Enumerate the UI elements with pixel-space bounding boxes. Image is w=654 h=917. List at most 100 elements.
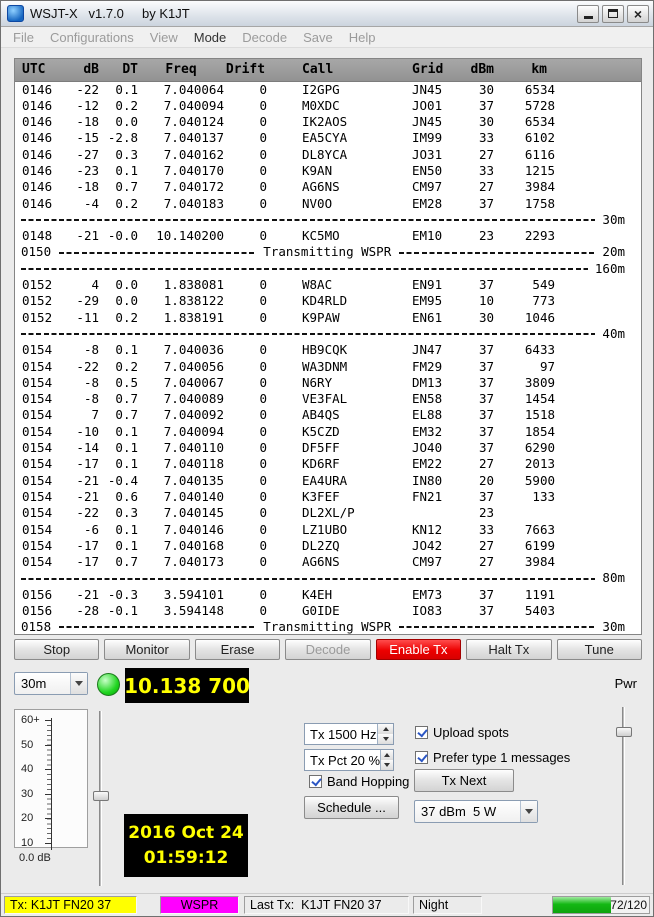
cell-db: -6: [59, 522, 99, 538]
cell-db: -8: [59, 375, 99, 391]
table-row[interactable]: 0156-21-0.33.5941010K4EHEM73371191: [15, 587, 641, 603]
table-row[interactable]: 0154-170.77.0401730AG6NSCM97273984: [15, 554, 641, 570]
dash-line: [21, 219, 595, 221]
table-row[interactable]: 0156-28-0.13.5941480G0IDEIO83375403: [15, 603, 641, 619]
cell-grid: CM97: [412, 179, 464, 195]
spin-up-button[interactable]: [378, 724, 393, 734]
table-row[interactable]: 0154-220.37.0401450DL2XL/P23: [15, 505, 641, 521]
cell-km: 3809: [494, 375, 555, 391]
tx-pct-spinner[interactable]: Tx Pct 20 %: [304, 749, 394, 771]
cell-filler: [555, 147, 641, 163]
spin-down-button[interactable]: [378, 734, 393, 744]
power-select[interactable]: 37 dBm 5 W: [414, 800, 538, 823]
monitor-button[interactable]: Monitor: [104, 639, 189, 660]
table-row[interactable]: 0154-100.17.0400940K5CZDEM32371854: [15, 424, 641, 440]
tx-next-button-label: Tx Next: [442, 773, 487, 788]
cell-filler: [555, 456, 641, 472]
cell-drift: 0: [224, 603, 267, 619]
table-row[interactable]: 0154-80.17.0400360HB9CQKJN47376433: [15, 342, 641, 358]
table-row[interactable]: 0146-230.17.0401700K9ANEN50331215: [15, 163, 641, 179]
table-row[interactable]: 0146-180.77.0401720AG6NSCM97273984: [15, 179, 641, 195]
checkbox-box: [309, 775, 322, 788]
transmitting-row: 0158Transmitting WSPR30m: [15, 619, 641, 635]
table-row[interactable]: 0146-220.17.0400640I2GPGJN45306534: [15, 81, 641, 98]
table-row[interactable]: 0152-290.01.8381220KD4RLDEM9510773: [15, 293, 641, 309]
decode-window[interactable]: UTC dB DT Freq Drift Call Grid dBm km 01…: [14, 58, 642, 635]
spin-down-button[interactable]: [381, 760, 393, 770]
cell-grid: EM28: [412, 196, 464, 212]
upload-spots-checkbox[interactable]: Upload spots: [415, 725, 509, 740]
slider-handle[interactable]: [93, 791, 109, 801]
band-select[interactable]: 30m: [14, 672, 88, 695]
cell-utc: 0156: [15, 587, 59, 603]
spin-up-button[interactable]: [381, 750, 393, 760]
menu-item-save[interactable]: Save: [295, 28, 341, 47]
menu-item-file[interactable]: File: [5, 28, 42, 47]
decode-button[interactable]: Decode: [285, 639, 370, 660]
tx-freq-spinner[interactable]: Tx 1500 Hz: [304, 723, 394, 745]
band-label: 20m: [602, 244, 625, 260]
separator-cell: 40m: [15, 326, 641, 342]
cell-call: AB4QS: [267, 407, 412, 423]
prefer-type1-checkbox[interactable]: Prefer type 1 messages: [415, 750, 570, 765]
schedule-button[interactable]: Schedule ...: [304, 796, 399, 819]
table-row[interactable]: 0146-180.07.0401240IK2AOSJN45306534: [15, 114, 641, 130]
table-row[interactable]: 0154-220.27.0400560WA3DNMFM293797: [15, 359, 641, 375]
pwr-slider[interactable]: [616, 707, 632, 885]
menu-item-mode[interactable]: Mode: [186, 28, 235, 47]
table-row[interactable]: 015470.77.0400920AB4QSEL88371518: [15, 407, 641, 423]
table-row[interactable]: 015240.01.8380810W8ACEN9137549: [15, 277, 641, 293]
table-row[interactable]: 0154-21-0.47.0401350EA4URAIN80205900: [15, 473, 641, 489]
enable-tx-button[interactable]: Enable Tx: [376, 639, 461, 660]
rx-gain-slider[interactable]: [93, 711, 109, 886]
meter-scale-label: 30: [21, 788, 33, 800]
cell-grid: JO31: [412, 147, 464, 163]
meter-tick: [45, 818, 51, 819]
menu-item-decode[interactable]: Decode: [234, 28, 295, 47]
band-hopping-checkbox[interactable]: Band Hopping: [309, 774, 409, 789]
maximize-button[interactable]: [602, 5, 624, 23]
stop-button[interactable]: Stop: [14, 639, 99, 660]
dash-line: [399, 626, 595, 628]
table-row[interactable]: 0154-80.77.0400890VE3FALEN58371454: [15, 391, 641, 407]
close-button[interactable]: ×: [627, 5, 649, 23]
cell-dt: 0.0: [99, 293, 138, 309]
menu-item-configurations[interactable]: Configurations: [42, 28, 142, 47]
tx-status-panel: Tx: K1JT FN20 37: [4, 896, 137, 914]
table-row[interactable]: 0154-210.67.0401400K3FEFFN2137133: [15, 489, 641, 505]
table-row[interactable]: 0146-120.27.0400940M0XDCJO01375728: [15, 98, 641, 114]
erase-button[interactable]: Erase: [195, 639, 280, 660]
band-label: 30m: [602, 212, 625, 228]
cell-dt: 0.3: [99, 147, 138, 163]
cell-km: 6534: [494, 81, 555, 98]
table-row[interactable]: 0152-110.21.8381910K9PAWEN61301046: [15, 310, 641, 326]
cell-filler: [555, 554, 641, 570]
table-row[interactable]: 0154-170.17.0401680DL2ZQJO42276199: [15, 538, 641, 554]
halt-tx-button[interactable]: Halt Tx: [466, 639, 551, 660]
slider-handle[interactable]: [616, 727, 632, 737]
table-row[interactable]: 0148-21-0.010.1402000KC5MOEM10232293: [15, 228, 641, 244]
pwr-label: Pwr: [615, 676, 637, 691]
dash-line: [21, 333, 595, 335]
table-row[interactable]: 0146-15-2.87.0401370EA5CYAIM99336102: [15, 130, 641, 146]
cell-freq: 7.040124: [138, 114, 224, 130]
menu-item-view[interactable]: View: [142, 28, 186, 47]
tune-button[interactable]: Tune: [557, 639, 642, 660]
cell-utc: 0154: [15, 407, 59, 423]
table-row[interactable]: 0154-80.57.0400670N6RYDM13373809: [15, 375, 641, 391]
table-row[interactable]: 0146-270.37.0401620DL8YCAJO31276116: [15, 147, 641, 163]
cell-db: 7: [59, 407, 99, 423]
cell-call: LZ1UBO: [267, 522, 412, 538]
cell-utc: 0154: [15, 489, 59, 505]
minimize-button[interactable]: [577, 5, 599, 23]
table-row[interactable]: 0146-40.27.0401830NV0OEM28371758: [15, 196, 641, 212]
table-row[interactable]: 0154-60.17.0401460LZ1UBOKN12337663: [15, 522, 641, 538]
table-row[interactable]: 0154-170.17.0401180KD6RFEM22272013: [15, 456, 641, 472]
menu-item-help[interactable]: Help: [341, 28, 384, 47]
cell-grid: KN12: [412, 522, 464, 538]
decode-table: UTC dB DT Freq Drift Call Grid dBm km 01…: [15, 59, 641, 635]
tx-next-button[interactable]: Tx Next: [414, 769, 514, 792]
cell-utc: 0154: [15, 342, 59, 358]
table-row[interactable]: 0154-140.17.0401100DF5FFJO40376290: [15, 440, 641, 456]
meter-scale-label: 40: [21, 763, 33, 775]
